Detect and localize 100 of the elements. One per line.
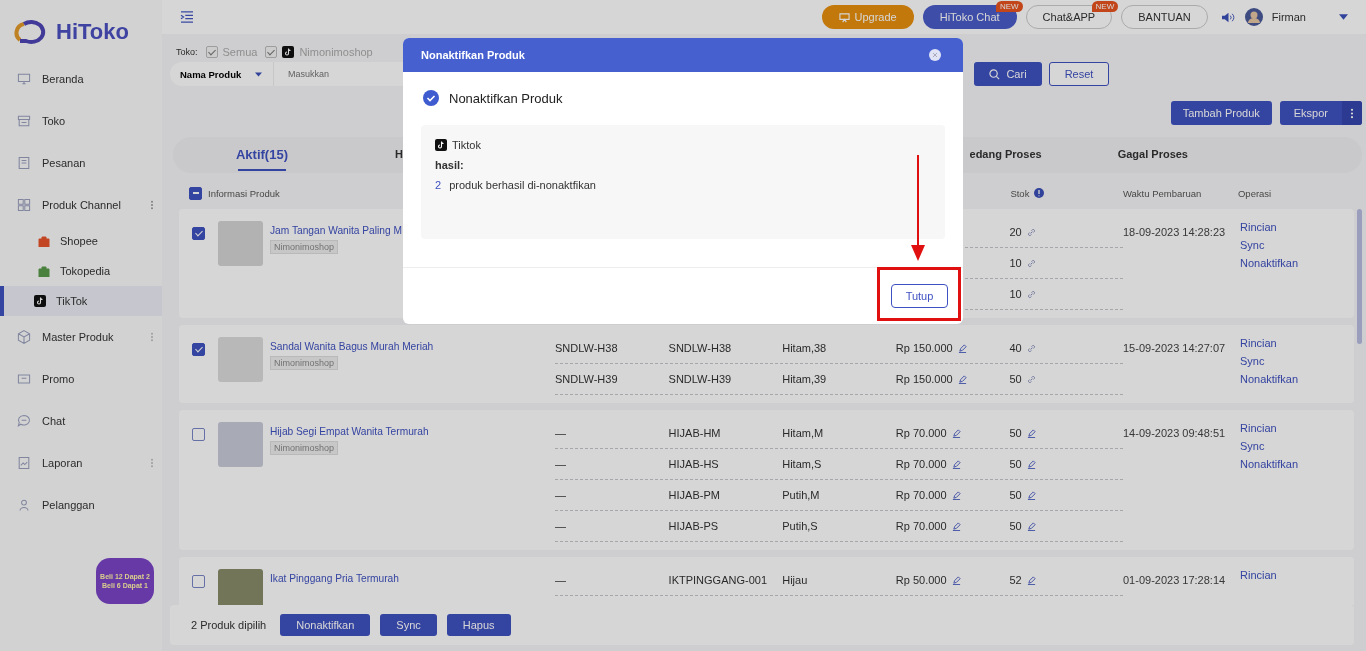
operation-link[interactable]: Nonaktifkan [1240,373,1299,385]
field-dropdown[interactable]: Nama Produk [170,62,274,86]
product-title-link[interactable]: Sandal Wanita Bagus Murah Meriah [270,341,434,352]
reset-button[interactable]: Reset [1049,62,1109,86]
tab[interactable]: Gagal Proses [1117,137,1188,173]
result-message: produk berhasil di-nonaktfikan [449,179,596,191]
sidebar-subitem[interactable]: TikTok [0,286,162,316]
sidebar-item[interactable]: Beranda [0,58,162,100]
scrollbar[interactable] [1357,209,1362,344]
result-count: 2 [435,179,442,191]
header-button[interactable]: BANTUAN [1121,5,1208,29]
operation-link[interactable]: Rincian [1240,337,1277,349]
new-badge: NEW [1091,1,1119,12]
product-title-link[interactable]: Ikat Pinggang Pria Termurah [270,573,399,584]
avatar-icon[interactable] [1244,8,1263,26]
add-product-button[interactable]: Tambah Produk [1170,101,1272,125]
close-icon[interactable] [929,49,941,61]
operation-link[interactable]: Sync [1240,355,1265,367]
pencil-icon[interactable] [1026,459,1036,469]
caret-icon[interactable] [1339,14,1348,20]
sidebar-item[interactable]: Laporan [0,442,162,484]
caret-icon [255,71,263,77]
link-icon[interactable] [1026,289,1036,299]
column-header: Operasi [1237,187,1272,199]
more-dots-icon[interactable] [150,458,154,468]
info-icon[interactable] [1034,188,1045,198]
tab[interactable]: H [335,137,403,173]
nav-icon [16,113,32,129]
operation-link[interactable]: Sync [1240,440,1265,452]
table-cell: — [555,520,566,532]
sidebar-item[interactable]: Produk Channel [0,184,162,226]
speaker-icon[interactable] [1220,10,1236,24]
table-cell: Hijau [782,574,808,586]
more-dots-icon[interactable] [150,332,154,342]
pencil-icon[interactable] [951,459,961,469]
operation-link[interactable]: Sync [1240,239,1265,251]
pencil-icon[interactable] [1026,490,1036,500]
link-icon[interactable] [1026,227,1036,237]
pencil-icon[interactable] [951,490,961,500]
operation-link[interactable]: Rincian [1240,569,1277,581]
pencil-icon[interactable] [1026,521,1036,531]
checkbox[interactable] [265,46,278,58]
product-title-link[interactable]: Hijab Segi Empat Wanita Termurah [270,426,429,437]
operation-link[interactable]: Rincian [1240,221,1277,233]
pencil-icon[interactable] [1026,428,1036,438]
pencil-icon[interactable] [951,428,961,438]
search-button[interactable]: Cari [974,62,1042,86]
tab[interactable]: edang Proses [969,137,1118,173]
sidebar-item[interactable]: Chat [0,400,162,442]
row-checkbox[interactable] [192,575,205,588]
sidebar-subitem[interactable]: Shopee [0,226,162,256]
pencil-icon[interactable] [957,374,967,384]
table-cell: 15-09-2023 14:27:07 [1123,342,1226,354]
table-cell: Rp 70.000 [895,427,947,439]
brand-name: HiToko [56,19,129,45]
sidebar-item[interactable]: Promo [0,358,162,400]
sidebar-subitem[interactable]: Tokopedia [0,256,162,286]
close-button[interactable]: Tutup [891,284,948,308]
export-button[interactable]: Ekspor [1279,101,1362,125]
bulk-button[interactable]: Sync [380,614,437,636]
row-checkbox[interactable] [192,227,205,240]
pencil-icon[interactable] [957,343,967,353]
table-cell: Rp 70.000 [895,489,947,501]
sidebar-item[interactable]: Pelanggan [0,484,162,526]
bulk-button[interactable]: Nonaktifkan [280,614,371,636]
sidebar-item[interactable]: Master Produk [0,316,162,358]
table-cell: Rp 50.000 [895,574,947,586]
link-icon[interactable] [1026,258,1036,268]
table-cell: HIJAB-PM [668,489,720,501]
row-checkbox[interactable] [192,343,205,356]
pencil-icon[interactable] [1026,575,1036,585]
sidebar-item[interactable]: Toko [0,100,162,142]
table-cell: SNDLW-H38 [668,342,732,354]
table-cell: Hitam,M [782,427,824,439]
more-dots-icon[interactable] [1350,107,1354,119]
table-cell: 52 [1009,574,1022,586]
nav-icon [16,329,32,345]
operation-link[interactable]: Nonaktifkan [1240,257,1299,269]
product-title-link[interactable]: Jam Tangan Wanita Paling M [270,225,402,236]
operation-link[interactable]: Nonaktifkan [1240,458,1299,470]
pencil-icon[interactable] [951,575,961,585]
link-icon[interactable] [1026,374,1036,384]
table-cell: Rp 150.000 [895,342,953,354]
operation-link[interactable]: Rincian [1240,422,1277,434]
select-all-checkbox[interactable] [189,186,202,200]
more-dots-icon[interactable] [150,200,154,210]
bulk-button[interactable]: Hapus [446,614,511,636]
table-cell: 50 [1009,427,1022,439]
link-icon[interactable] [1026,343,1036,353]
table-cell: Rp 70.000 [895,520,947,532]
row-checkbox[interactable] [192,428,205,441]
nav-icon [16,371,32,387]
checkbox[interactable] [205,46,218,58]
table-cell: Hitam,39 [782,373,827,385]
tiktok-icon [435,139,447,151]
menu-icon[interactable] [180,11,194,23]
pencil-icon[interactable] [951,521,961,531]
sidebar-item[interactable]: Pesanan [0,142,162,184]
user-name[interactable]: Firman [1271,11,1306,23]
search-field[interactable]: Masukkan [274,68,962,80]
